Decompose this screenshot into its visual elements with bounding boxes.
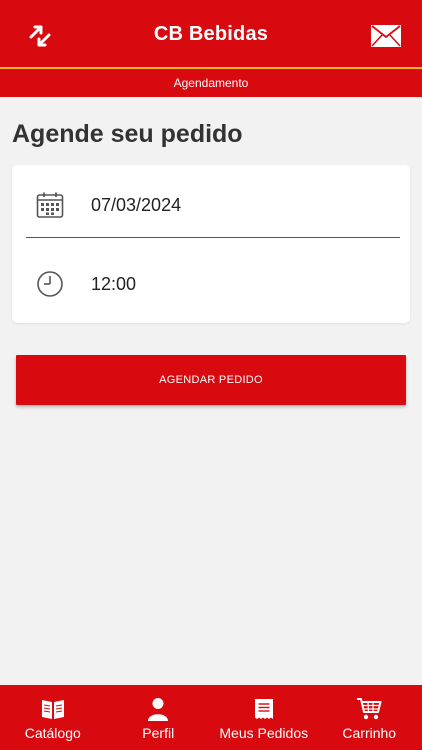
app-header: CB Bebidas <box>0 0 422 68</box>
nav-item-perfil[interactable]: Perfil <box>106 685 212 750</box>
nav-item-catalogo[interactable]: Catálogo <box>0 685 106 750</box>
date-value: 07/03/2024 <box>91 194 182 215</box>
receipt-icon <box>254 699 273 719</box>
nav-item-carrinho[interactable]: Carrinho <box>317 685 422 750</box>
user-icon <box>148 698 169 721</box>
screen-subtitle: Agendamento <box>173 76 249 90</box>
nav-label-carrinho: Carrinho <box>342 725 397 741</box>
nav-label-perfil: Perfil <box>142 725 175 741</box>
time-field[interactable]: 12:00 <box>12 249 410 319</box>
messages-button[interactable] <box>370 24 402 48</box>
bottom-nav: Catálogo Perfil Meus Pedidos Carrinho <box>0 685 422 750</box>
nav-item-meus-pedidos[interactable]: Meus Pedidos <box>211 685 317 750</box>
field-divider <box>26 237 400 238</box>
calendar-icon <box>36 192 64 218</box>
date-field[interactable]: 07/03/2024 <box>12 170 410 240</box>
book-icon <box>41 700 64 719</box>
screen-subtitle-bar: Agendamento <box>0 69 422 97</box>
nav-label-catalogo: Catálogo <box>24 725 81 741</box>
page-title: Agende seu pedido <box>12 120 243 148</box>
clock-icon <box>37 271 63 297</box>
nav-label-meus-pedidos: Meus Pedidos <box>219 725 309 741</box>
refresh-button[interactable] <box>24 22 56 50</box>
cart-icon <box>357 698 382 720</box>
time-value: 12:00 <box>91 273 137 294</box>
schedule-card: 07/03/2024 12:00 <box>12 165 410 323</box>
schedule-order-button[interactable]: AGENDAR PEDIDO <box>16 355 406 405</box>
envelope-icon <box>371 25 401 47</box>
refresh-arrows-icon <box>29 25 51 47</box>
app-title: CB Bebidas <box>153 22 269 45</box>
